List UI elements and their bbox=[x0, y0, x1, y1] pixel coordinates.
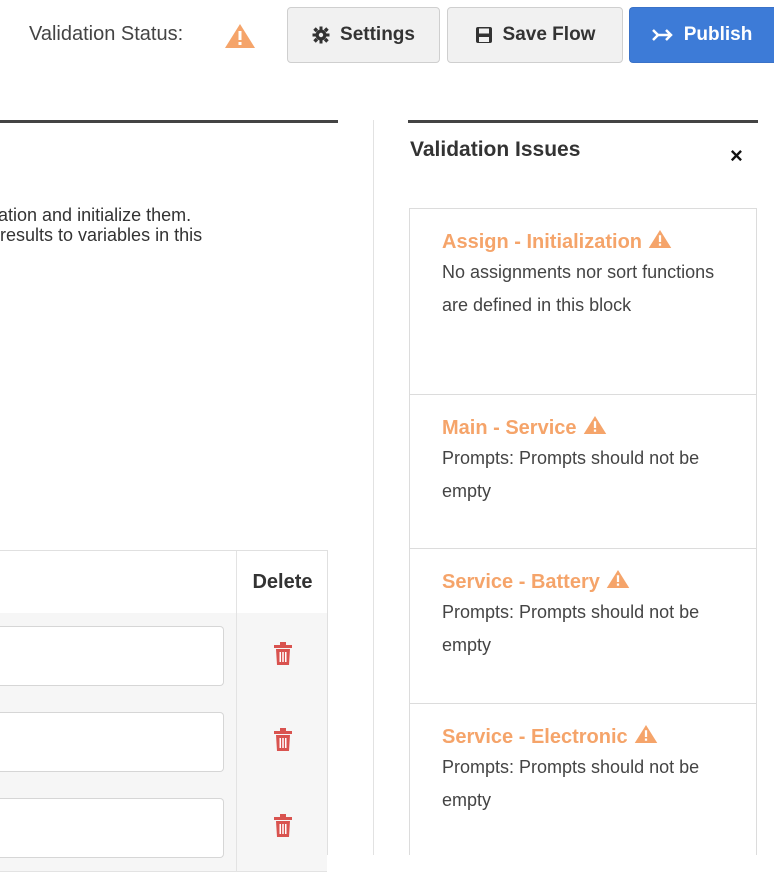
issue-title-text: Service - Electronic bbox=[442, 725, 628, 748]
issue-title: Main - Service bbox=[442, 415, 756, 441]
trash-icon[interactable] bbox=[273, 727, 292, 757]
issue-item[interactable]: Assign - Initialization No assignments n… bbox=[410, 209, 756, 395]
publish-label: Publish bbox=[683, 24, 753, 45]
delete-cell bbox=[236, 613, 328, 699]
warning-triangle-icon bbox=[648, 229, 672, 255]
issue-title: Service - Electronic bbox=[442, 724, 756, 750]
trash-icon[interactable] bbox=[273, 813, 292, 843]
close-icon[interactable]: × bbox=[730, 145, 743, 167]
issue-item[interactable]: Main - Service Prompts: Prompts should n… bbox=[410, 395, 756, 549]
validation-issues-title: Validation Issues bbox=[410, 138, 581, 161]
variables-table: Delete bbox=[0, 550, 328, 872]
issue-message: No assignments nor sort functions are de… bbox=[442, 262, 715, 315]
settings-label: Settings bbox=[340, 24, 415, 45]
publish-arrow-icon bbox=[651, 27, 674, 43]
warning-triangle-icon bbox=[634, 724, 658, 750]
save-flow-button[interactable]: Save Flow bbox=[447, 7, 623, 63]
description-line-1: ation and initialize them. bbox=[0, 205, 192, 225]
description-text: ation and initialize them. results to va… bbox=[0, 205, 330, 245]
variable-input[interactable] bbox=[0, 798, 224, 858]
table-header: Delete bbox=[0, 551, 327, 614]
delete-cell bbox=[236, 785, 328, 871]
variable-input[interactable] bbox=[0, 626, 224, 686]
save-flow-label: Save Flow bbox=[502, 24, 596, 45]
issue-title-text: Service - Battery bbox=[442, 570, 600, 593]
table-row bbox=[0, 699, 327, 786]
settings-button[interactable]: Settings bbox=[287, 7, 440, 63]
validation-status-label: Validation Status: bbox=[29, 23, 184, 45]
trash-icon[interactable] bbox=[273, 641, 292, 671]
publish-button[interactable]: Publish bbox=[629, 7, 774, 63]
warning-triangle-icon bbox=[583, 415, 607, 441]
gear-icon bbox=[312, 26, 330, 44]
issue-title: Service - Battery bbox=[442, 569, 756, 595]
issue-title-text: Assign - Initialization bbox=[442, 230, 643, 253]
validation-issues-list: Assign - Initialization No assignments n… bbox=[409, 208, 757, 855]
panel-divider bbox=[373, 120, 374, 855]
issue-message: Prompts: Prompts should not be empty bbox=[442, 448, 700, 501]
issue-item[interactable]: Service - Electronic Prompts: Prompts sh… bbox=[410, 704, 756, 856]
left-section-rule bbox=[0, 120, 338, 123]
table-row bbox=[0, 785, 327, 872]
delete-column-header: Delete bbox=[236, 551, 328, 613]
warning-triangle-icon bbox=[606, 569, 630, 595]
variable-input[interactable] bbox=[0, 712, 224, 772]
issue-title: Assign - Initialization bbox=[442, 229, 756, 255]
delete-cell bbox=[236, 699, 328, 785]
issue-item[interactable]: Service - Battery Prompts: Prompts shoul… bbox=[410, 549, 756, 704]
floppy-disk-icon bbox=[475, 26, 493, 44]
warning-triangle-icon[interactable] bbox=[224, 23, 256, 49]
issue-message: Prompts: Prompts should not be empty bbox=[442, 757, 700, 810]
issue-title-text: Main - Service bbox=[442, 416, 577, 439]
right-section-rule bbox=[408, 120, 758, 123]
description-line-2: results to variables in this bbox=[0, 225, 203, 245]
toolbar: Validation Status: Settings Save Flow Pu… bbox=[0, 0, 774, 70]
issue-message: Prompts: Prompts should not be empty bbox=[442, 602, 700, 655]
table-row bbox=[0, 613, 327, 700]
